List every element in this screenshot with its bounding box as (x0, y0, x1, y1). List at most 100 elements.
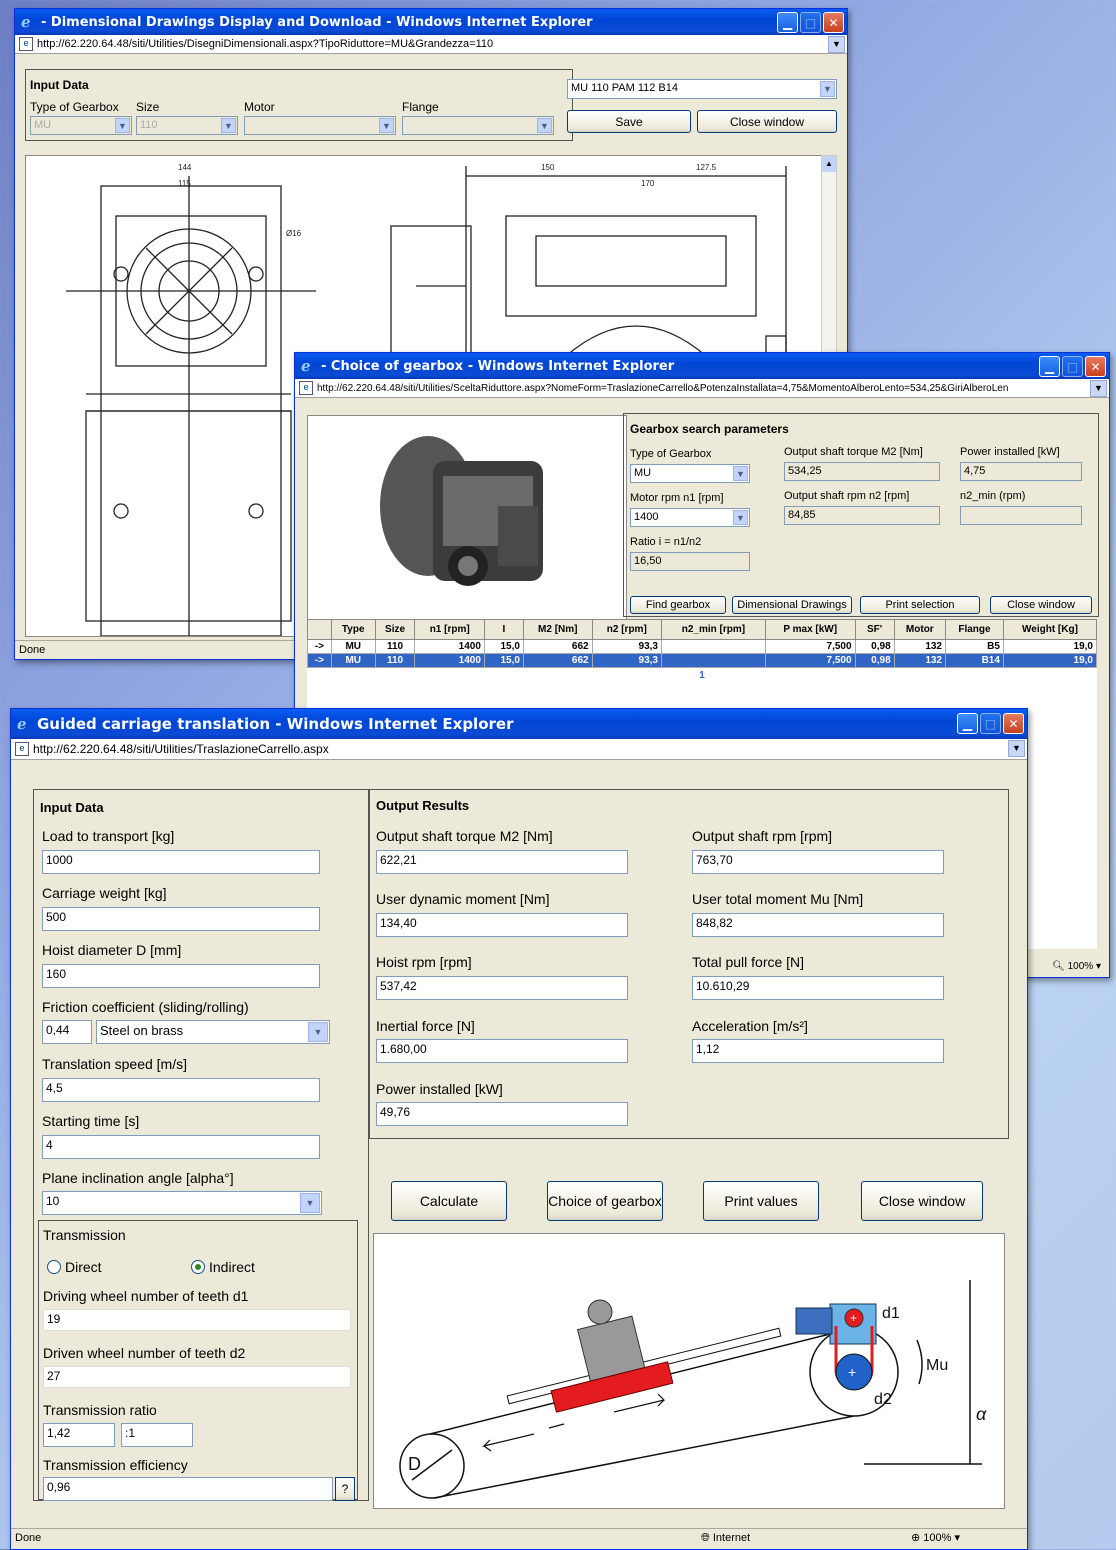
ie-icon: ℯ (17, 715, 27, 733)
start-label: Starting time [s] (42, 1113, 140, 1129)
friction-label: Friction coefficient (sliding/rolling) (42, 999, 249, 1015)
type-select[interactable]: MU ▼ (30, 116, 132, 135)
hoist-input[interactable]: 160 (42, 964, 320, 988)
d2-input[interactable]: 27 (43, 1366, 351, 1388)
motor-select[interactable]: ▼ (244, 116, 396, 135)
ratio-suffix-input[interactable]: :1 (121, 1423, 193, 1447)
torque-field[interactable]: 534,25 (784, 462, 940, 481)
total-moment-output[interactable]: 848,82 (692, 913, 944, 937)
type-select[interactable]: MU ▼ (630, 464, 750, 483)
n2-label: Output shaft rpm n2 [rpm] (784, 490, 910, 502)
close-button[interactable]: ✕ (823, 12, 844, 33)
calculate-button[interactable]: Calculate (391, 1181, 507, 1221)
minimize-button[interactable]: ▁ (957, 713, 978, 734)
zoom-control[interactable]: 🔍︎ 100% ▾ (1048, 960, 1105, 973)
ie-icon: ℯ (301, 357, 311, 375)
plus-icon: + (848, 1364, 856, 1380)
hoist-rpm-output[interactable]: 537,42 (376, 976, 628, 1000)
carriage-input[interactable]: 500 (42, 907, 320, 931)
table-cell: 132 (893, 653, 947, 668)
group-title: Transmission (43, 1227, 126, 1243)
title-bar[interactable]: ℯ - Dimensional Drawings Display and Dow… (15, 9, 847, 35)
dynamic-moment-label: User dynamic moment [Nm] (376, 891, 550, 907)
column-header: M2 [Nm] (522, 619, 593, 640)
speed-input[interactable]: 4,5 (42, 1078, 320, 1102)
pager[interactable]: 1 (307, 670, 1097, 681)
close-button[interactable]: ✕ (1003, 713, 1024, 734)
minimize-button[interactable]: ▁ (777, 12, 798, 33)
d1-input[interactable]: 19 (43, 1309, 351, 1331)
pull-force-output[interactable]: 10.610,29 (692, 976, 944, 1000)
drawing-select[interactable]: MU 110 PAM 112 B14 ▼ (567, 79, 837, 99)
efficiency-input[interactable]: 0,96 (43, 1477, 333, 1501)
group-title: Output Results (376, 798, 470, 813)
friction-material-select[interactable]: Steel on brass ▼ (96, 1020, 330, 1044)
power-output[interactable]: 49,76 (376, 1102, 628, 1126)
table-cell: -> (307, 653, 332, 668)
table-row[interactable]: -> MU 110 1400 15,0 662 93,3 7,500 0,98 132 B14 19,… (307, 653, 1098, 668)
angle-select[interactable]: 10 ▼ (42, 1191, 322, 1215)
print-selection-button[interactable]: Print selection (860, 596, 980, 614)
d2-label: d2 (874, 1391, 892, 1408)
maximize-button[interactable]: □ (980, 713, 1001, 734)
table-cell: MU (330, 653, 376, 668)
close-button[interactable]: ✕ (1085, 356, 1106, 377)
chevron-down-icon[interactable]: ▼ (828, 36, 845, 53)
print-values-button[interactable]: Print values (703, 1181, 819, 1221)
table-cell: 7,500 (764, 639, 856, 654)
column-header: I (483, 619, 524, 640)
title-bar[interactable]: ℯ Guided carriage translation - Windows … (11, 709, 1027, 739)
address-bar[interactable]: e http://62.220.64.48/siti/Utilities/Dis… (15, 35, 847, 54)
friction-input[interactable]: 0,44 (42, 1020, 92, 1044)
chevron-down-icon[interactable]: ▼ (1008, 740, 1025, 757)
inertial-force-output[interactable]: 1.680,00 (376, 1039, 628, 1063)
close-window-button[interactable]: Close window (861, 1181, 983, 1221)
dynamic-moment-output[interactable]: 134,40 (376, 913, 628, 937)
torque-output[interactable]: 622,21 (376, 850, 628, 874)
plus-icon: + (850, 1311, 857, 1325)
chevron-up-icon[interactable]: ▲ (822, 156, 836, 172)
zoom-control[interactable]: ⊕ 100% ▾ (911, 1529, 960, 1547)
direct-radio[interactable]: Direct (47, 1259, 102, 1275)
page-icon: e (15, 742, 29, 756)
n1-select[interactable]: 1400 ▼ (630, 508, 750, 527)
input-data-group: Input Data Load to transport [kg] 1000 C… (33, 789, 369, 1501)
address-bar[interactable]: e http://62.220.64.48/siti/Utilities/Sce… (295, 379, 1109, 398)
power-field[interactable]: 4,75 (960, 462, 1082, 481)
column-header (307, 619, 332, 640)
find-gearbox-button[interactable]: Find gearbox (630, 596, 726, 614)
table-row[interactable]: -> MU 110 1400 15,0 662 93,3 7,500 0,98 132 B5 19,0 (307, 639, 1098, 654)
load-input[interactable]: 1000 (42, 850, 320, 874)
n2-field[interactable]: 84,85 (784, 506, 940, 525)
type-label: Type of Gearbox (30, 100, 119, 114)
hoist-diameter-label: D (408, 1454, 421, 1474)
output-results-group: Output Results Output shaft torque M2 [N… (369, 789, 1009, 1139)
page-icon: e (299, 381, 313, 395)
title-bar[interactable]: ℯ - Choice of gearbox - Windows Internet… (295, 353, 1109, 379)
close-window-button[interactable]: Close window (697, 110, 837, 133)
address-bar[interactable]: e http://62.220.64.48/siti/Utilities/Tra… (11, 739, 1027, 760)
choice-of-gearbox-button[interactable]: Choice of gearbox (547, 1181, 663, 1221)
minimize-button[interactable]: ▁ (1039, 356, 1060, 377)
carriage-diagram: + + d1 d2 Mu D α (373, 1233, 1005, 1509)
n2min-field[interactable] (960, 506, 1082, 525)
maximize-button[interactable]: □ (1062, 356, 1083, 377)
table-cell: 1400 (414, 653, 485, 668)
table-cell: 1400 (414, 639, 485, 654)
ratio-field[interactable]: 16,50 (630, 552, 750, 571)
chevron-down-icon[interactable]: ▼ (1090, 380, 1107, 397)
acceleration-output[interactable]: 1,12 (692, 1039, 944, 1063)
close-window-button[interactable]: Close window (990, 596, 1092, 614)
size-select[interactable]: 110 ▼ (136, 116, 238, 135)
torque-label: Output shaft torque M2 [Nm] (784, 446, 923, 458)
start-input[interactable]: 4 (42, 1135, 320, 1159)
help-button[interactable]: ? (335, 1477, 355, 1501)
dim-label: Ø16 (286, 229, 302, 238)
dimensional-drawings-button[interactable]: Dimensional Drawings (732, 596, 852, 614)
ratio-input[interactable]: 1,42 (43, 1423, 115, 1447)
flange-select[interactable]: ▼ (402, 116, 554, 135)
maximize-button[interactable]: □ (800, 12, 821, 33)
save-button[interactable]: Save (567, 110, 691, 133)
rpm-output[interactable]: 763,70 (692, 850, 944, 874)
indirect-radio[interactable]: Indirect (191, 1259, 255, 1275)
